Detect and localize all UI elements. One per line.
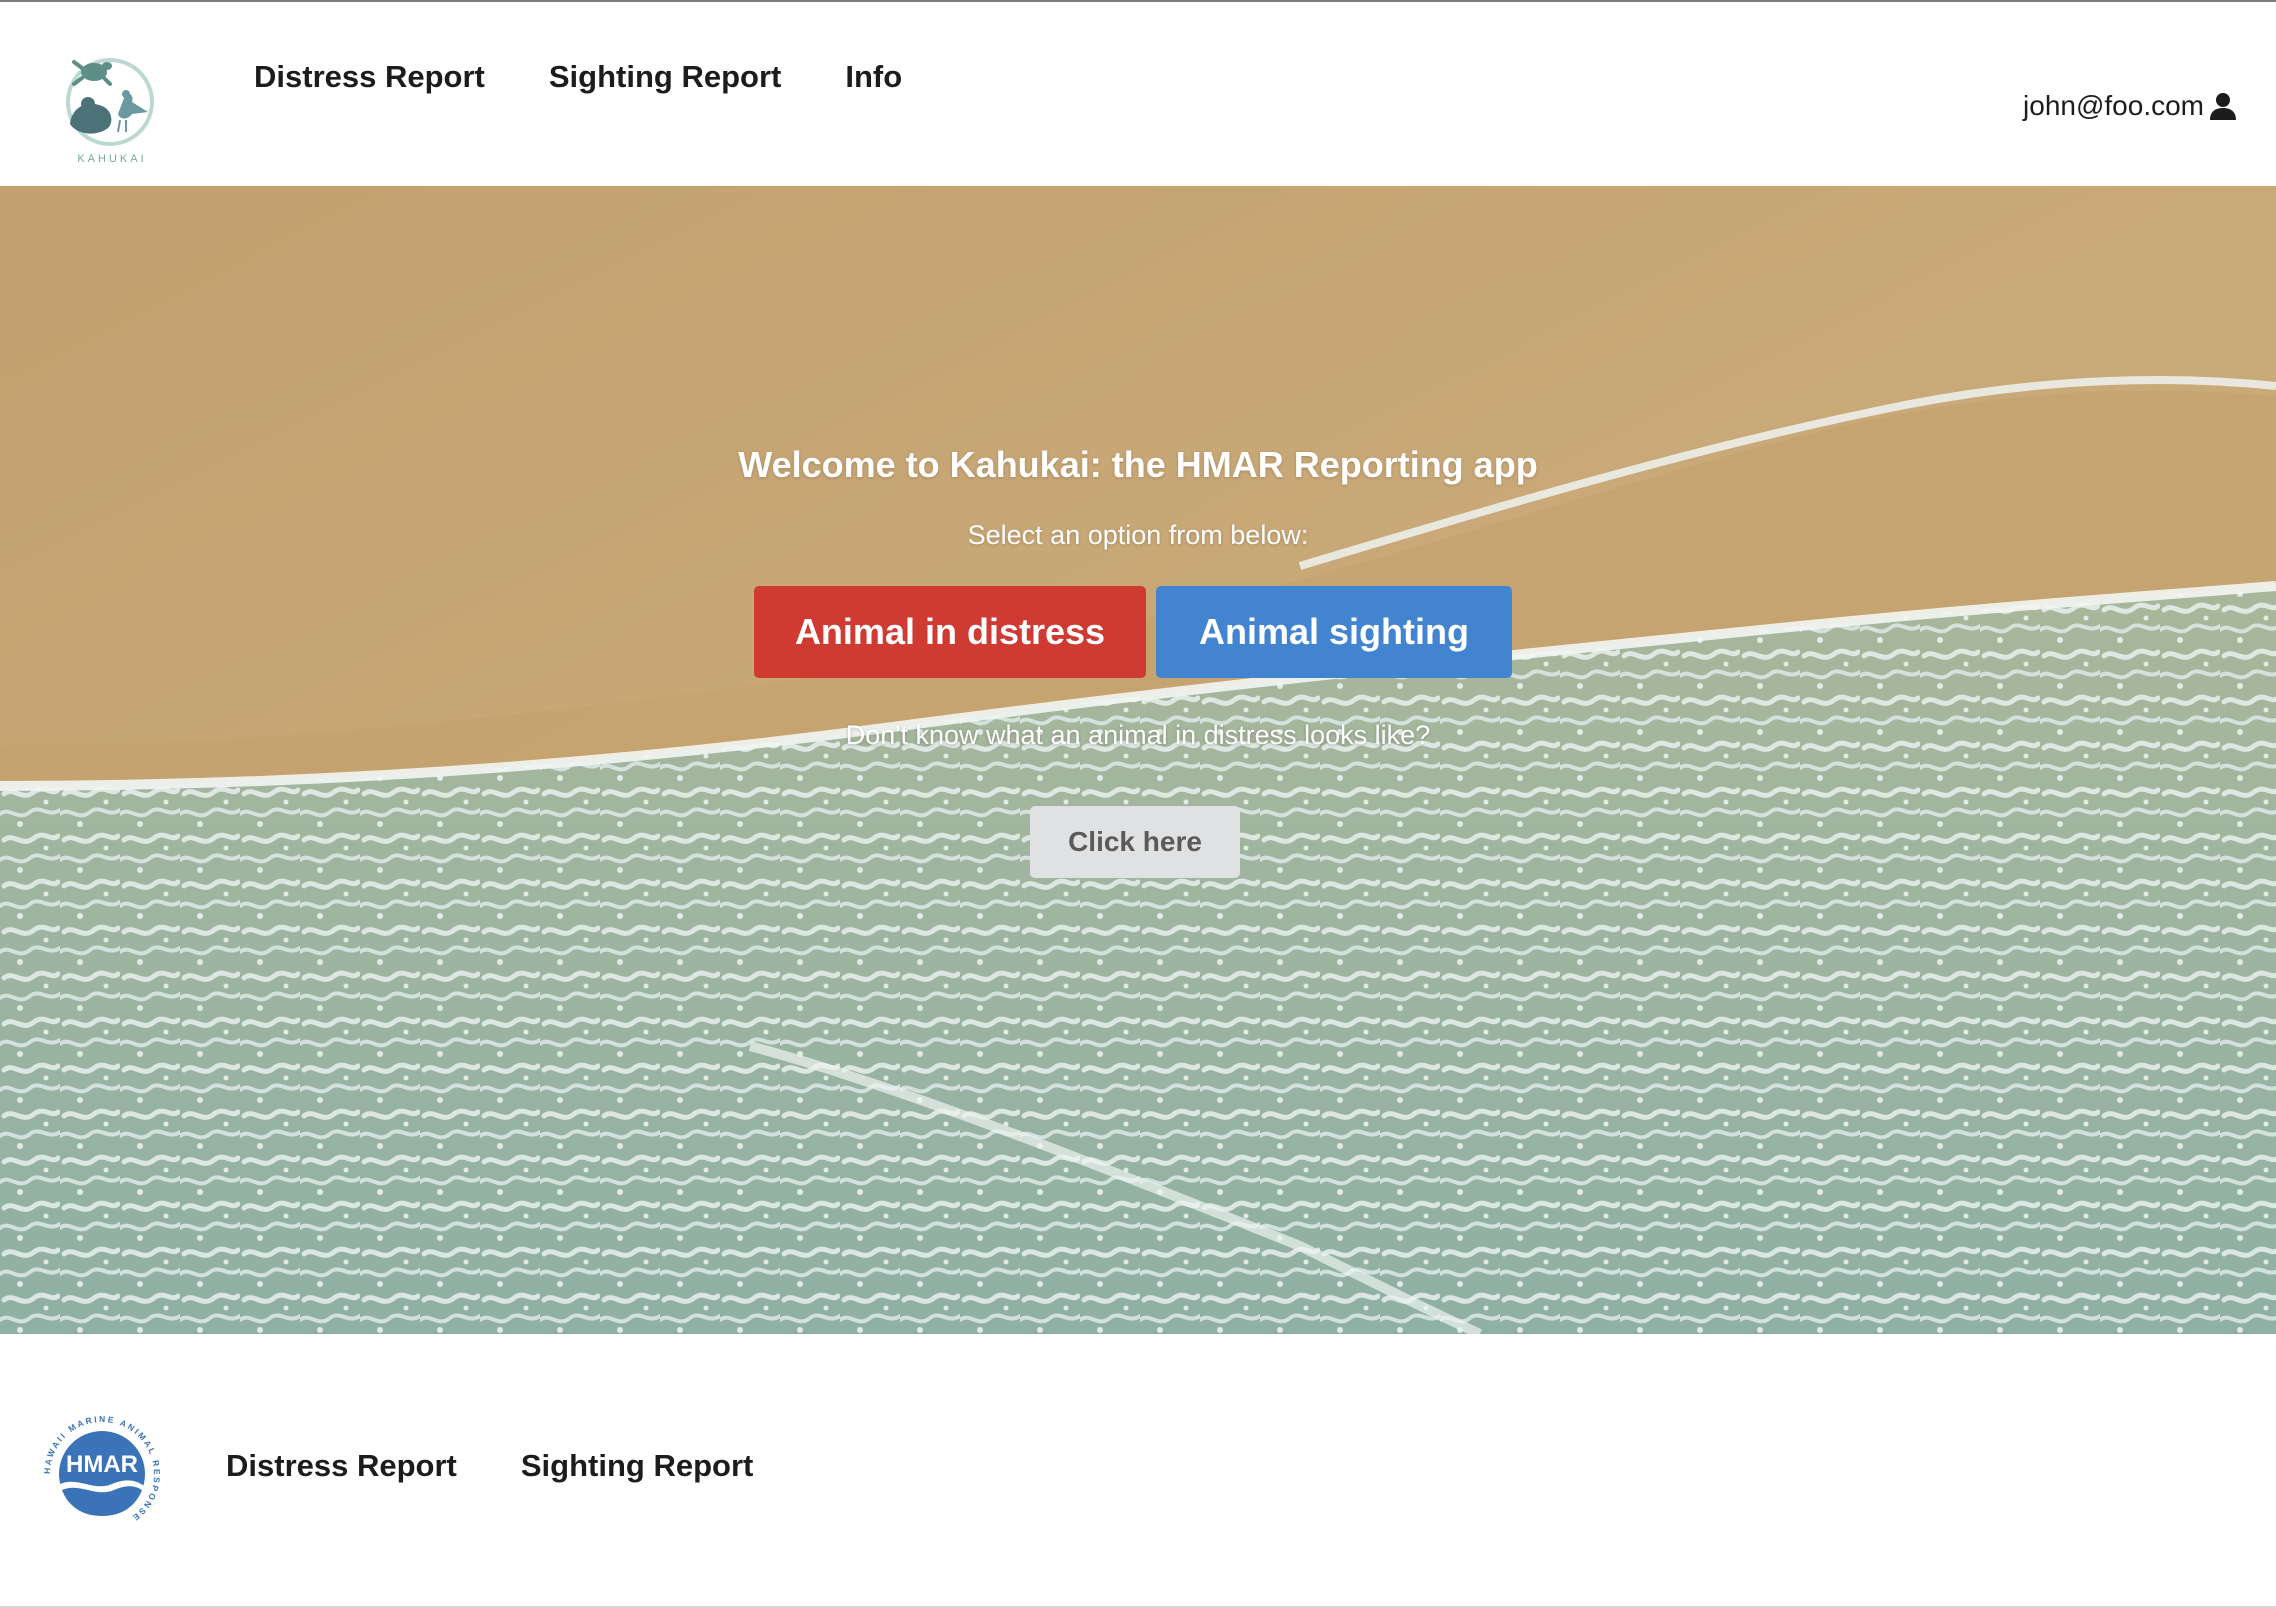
nav-info[interactable]: Info	[845, 59, 902, 95]
animal-sighting-button[interactable]: Animal sighting	[1156, 586, 1512, 678]
hero-title: Welcome to Kahukai: the HMAR Reporting a…	[738, 444, 1538, 485]
hero-content: Welcome to Kahukai: the HMAR Reporting a…	[0, 186, 2276, 1334]
footer-nav: Distress Report Sighting Report	[226, 1448, 753, 1484]
hero-section: Welcome to Kahukai: the HMAR Reporting a…	[0, 186, 2276, 1334]
animal-in-distress-button[interactable]: Animal in distress	[754, 586, 1146, 678]
hmar-logo[interactable]: HMAR HAWAII MARINE ANIMAL RESPONSE	[38, 1410, 166, 1538]
kahukai-logo[interactable]: KAHUKAI	[52, 50, 172, 166]
hmar-logo-text: HMAR	[66, 1451, 138, 1478]
user-email[interactable]: john@foo.com	[2023, 90, 2204, 122]
distress-help-text: Don't know what an animal in distress lo…	[845, 720, 1431, 750]
footer-sighting-report[interactable]: Sighting Report	[521, 1448, 753, 1484]
kahukai-wordmark: KAHUKAI	[77, 153, 146, 165]
main-nav: Distress Report Sighting Report Info	[254, 2, 902, 212]
user-menu[interactable]: john@foo.com	[2023, 90, 2238, 122]
footer: HMAR HAWAII MARINE ANIMAL RESPONSE Distr…	[0, 1334, 2276, 1606]
click-here-button[interactable]: Click here	[1030, 806, 1240, 878]
user-icon[interactable]	[2208, 91, 2238, 121]
page: KAHUKAI Distress Report Sighting Report …	[0, 0, 2276, 1608]
top-navbar: KAHUKAI Distress Report Sighting Report …	[0, 2, 2276, 186]
nav-sighting-report[interactable]: Sighting Report	[549, 59, 781, 95]
hero-subtitle: Select an option from below:	[967, 520, 1309, 550]
nav-distress-report[interactable]: Distress Report	[254, 59, 485, 95]
footer-distress-report[interactable]: Distress Report	[226, 1448, 457, 1484]
